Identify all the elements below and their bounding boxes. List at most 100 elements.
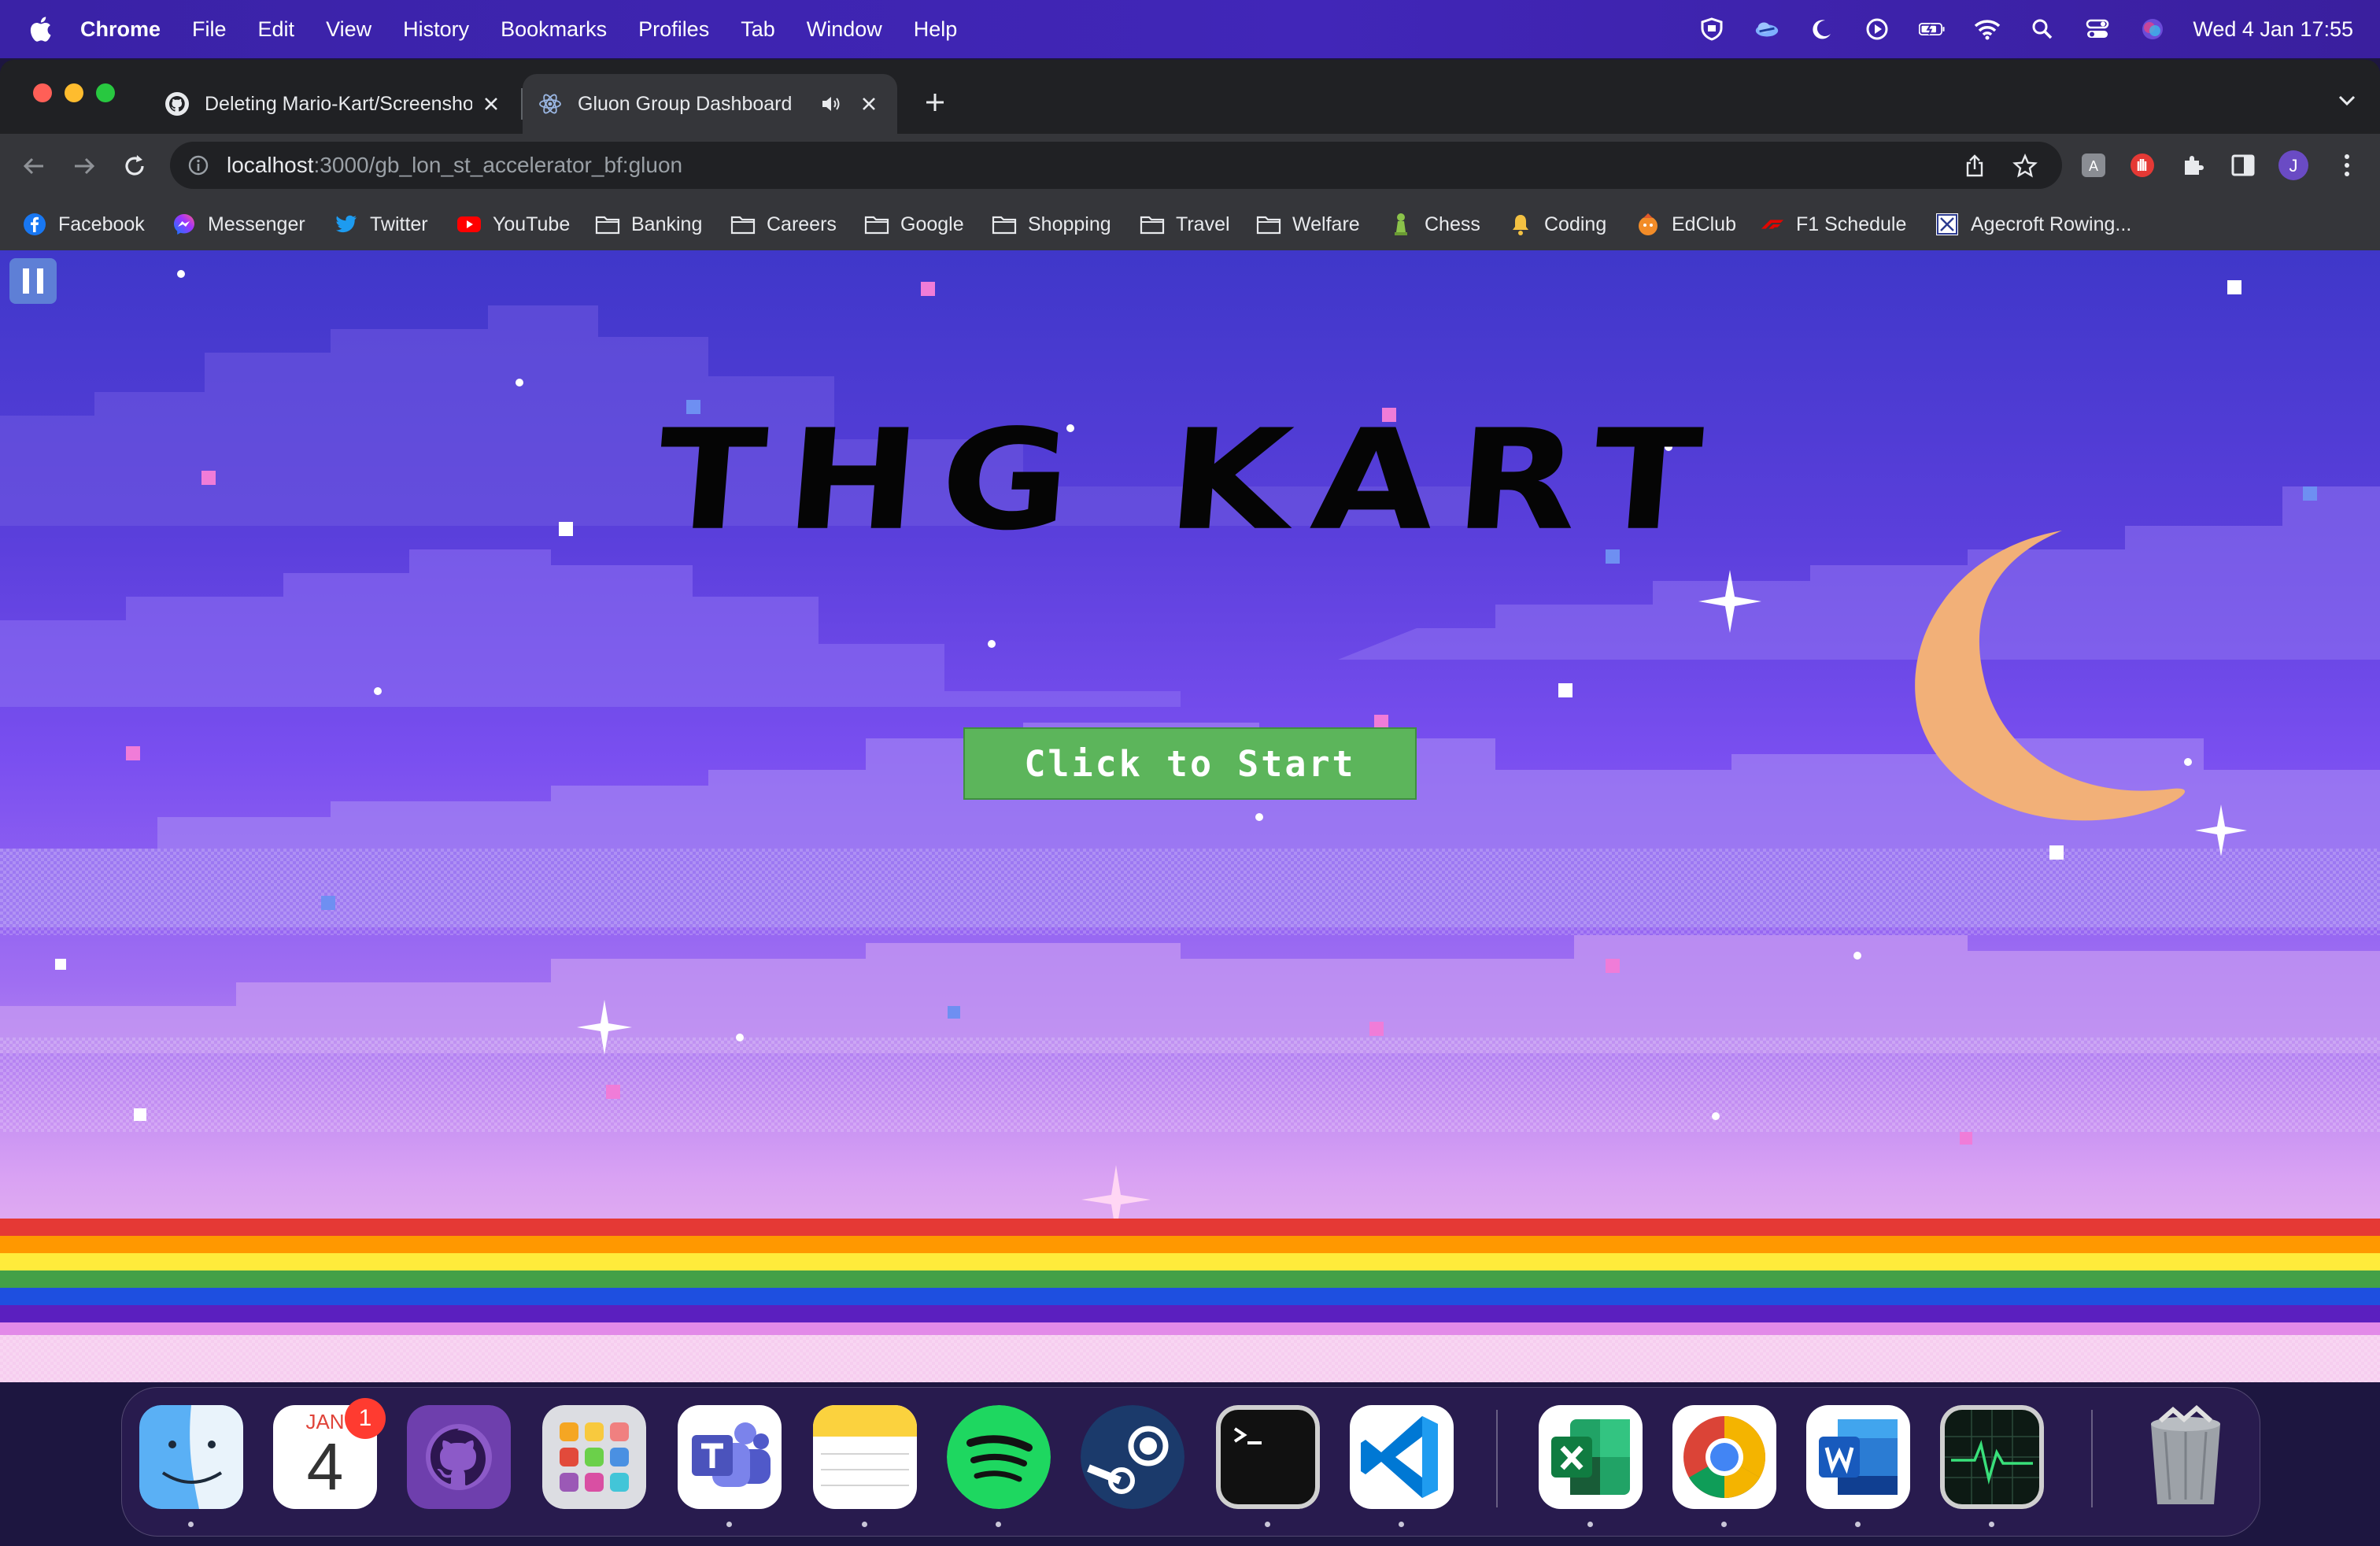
terminal-icon[interactable] xyxy=(1216,1405,1320,1509)
moon-icon[interactable] xyxy=(1809,16,1835,43)
bookmark-label: Shopping xyxy=(1028,213,1111,235)
start-button[interactable]: Click to Start xyxy=(963,727,1417,800)
bookmark-folder-shopping[interactable]: Shopping xyxy=(992,209,1111,239)
reload-icon[interactable] xyxy=(118,150,151,183)
back-arrow-icon[interactable] xyxy=(17,150,50,183)
running-indicator xyxy=(862,1522,867,1527)
word-icon[interactable] xyxy=(1806,1405,1910,1509)
menu-edit[interactable]: Edit xyxy=(258,17,295,42)
bookmark-label: Careers xyxy=(767,213,837,235)
search-icon[interactable] xyxy=(2029,16,2056,43)
menu-view[interactable]: View xyxy=(326,17,371,42)
running-indicator xyxy=(1855,1522,1861,1527)
window-close-button[interactable] xyxy=(33,83,52,102)
chrome-icon[interactable] xyxy=(1672,1405,1776,1509)
address-bar[interactable]: localhost:3000/gb_lon_st_accelerator_bf:… xyxy=(170,142,2062,189)
spotify-icon[interactable] xyxy=(947,1405,1051,1509)
bookmark-chess[interactable]: Chess xyxy=(1388,209,1480,239)
menu-app-name[interactable]: Chrome xyxy=(80,17,161,42)
site-info-icon[interactable] xyxy=(187,153,211,177)
tab-gluon-dashboard[interactable]: Gluon Group Dashboard xyxy=(523,74,897,134)
bookmark-star-icon[interactable] xyxy=(2012,153,2038,179)
dock: JAN 4 xyxy=(121,1387,2260,1537)
launchpad-icon[interactable] xyxy=(542,1405,646,1509)
bookmark-agecroft-rowing[interactable]: Agecroft Rowing... xyxy=(1935,209,2131,239)
calendar-day: 4 xyxy=(306,1429,344,1503)
bookmark-f1-schedule[interactable]: F1 Schedule xyxy=(1760,209,1906,239)
twitter-icon xyxy=(334,212,359,237)
menu-tab[interactable]: Tab xyxy=(741,17,775,42)
running-indicator xyxy=(726,1522,732,1527)
menu-window[interactable]: Window xyxy=(807,17,882,42)
github-desktop-icon[interactable] xyxy=(407,1405,511,1509)
bookmark-twitter[interactable]: Twitter xyxy=(334,209,428,239)
chevron-down-icon[interactable] xyxy=(2331,85,2363,117)
bell-icon xyxy=(1508,212,1533,237)
bookmark-label: F1 Schedule xyxy=(1796,213,1907,235)
bookmark-messenger[interactable]: Messenger xyxy=(172,209,305,239)
bookmark-coding[interactable]: Coding xyxy=(1508,209,1606,239)
bookmark-folder-careers[interactable]: Careers xyxy=(730,209,837,239)
play-circle-icon[interactable] xyxy=(1864,16,1890,43)
menu-profiles[interactable]: Profiles xyxy=(638,17,709,42)
vscode-icon[interactable] xyxy=(1350,1405,1454,1509)
bookmark-folder-google[interactable]: Google xyxy=(864,209,964,239)
siri-icon[interactable] xyxy=(2139,16,2166,43)
teams-icon[interactable] xyxy=(678,1405,782,1509)
steam-icon[interactable] xyxy=(1081,1405,1184,1509)
activity-monitor-icon[interactable] xyxy=(1940,1405,2044,1509)
window-minimize-button[interactable] xyxy=(65,83,83,102)
f1-icon xyxy=(1760,212,1785,237)
excel-icon[interactable] xyxy=(1539,1405,1643,1509)
window-zoom-button[interactable] xyxy=(96,83,115,102)
running-indicator xyxy=(1399,1522,1404,1527)
close-icon[interactable] xyxy=(479,91,504,117)
bookmark-folder-travel[interactable]: Travel xyxy=(1140,209,1230,239)
notes-icon[interactable] xyxy=(813,1405,917,1509)
share-icon[interactable] xyxy=(1961,153,1988,179)
status-area: Wed 4 Jan 17:55 xyxy=(1670,0,2353,58)
speaker-icon[interactable] xyxy=(819,91,844,117)
running-indicator xyxy=(1721,1522,1727,1527)
new-tab-plus-icon[interactable] xyxy=(919,87,951,118)
running-indicator xyxy=(188,1522,194,1527)
edclub-icon xyxy=(1635,212,1661,237)
shield-icon[interactable] xyxy=(1698,16,1725,43)
menu-help[interactable]: Help xyxy=(914,17,958,42)
bookmark-youtube[interactable]: YouTube xyxy=(456,209,570,239)
trash-icon[interactable] xyxy=(2134,1405,2238,1509)
svg-text:A: A xyxy=(2089,158,2098,174)
profile-avatar[interactable]: J xyxy=(2278,150,2309,181)
menu-clock[interactable]: Wed 4 Jan 17:55 xyxy=(2193,17,2353,42)
tab-github[interactable]: Deleting Mario-Kart/Screensho xyxy=(150,74,519,134)
side-panel-icon[interactable] xyxy=(2227,150,2259,181)
github-icon xyxy=(164,91,190,117)
close-icon[interactable] xyxy=(856,91,881,117)
puzzle-extensions-icon[interactable] xyxy=(2177,150,2208,181)
apple-logo-icon[interactable] xyxy=(28,16,52,43)
control-center-icon[interactable] xyxy=(2084,16,2111,43)
menu-bookmarks[interactable]: Bookmarks xyxy=(501,17,607,42)
translate-extension-icon[interactable]: A xyxy=(2078,150,2109,181)
messenger-icon xyxy=(172,212,197,237)
bookmark-edclub[interactable]: EdClub xyxy=(1635,209,1736,239)
wifi-icon[interactable] xyxy=(1974,16,2001,43)
url-path: :3000/gb_lon_st_accelerator_bf:gluon xyxy=(313,153,683,177)
hand-extension-icon[interactable] xyxy=(2127,150,2158,181)
rowing-icon xyxy=(1935,212,1960,237)
pause-icon xyxy=(23,268,29,294)
bookmark-folder-banking[interactable]: Banking xyxy=(595,209,702,239)
menu-bar: Chrome File Edit View History Bookmarks … xyxy=(0,0,2380,58)
forward-arrow-icon[interactable] xyxy=(68,150,101,183)
kebab-menu-icon[interactable] xyxy=(2331,150,2363,181)
cloud-sync-icon[interactable] xyxy=(1754,16,1780,43)
menu-file[interactable]: File xyxy=(192,17,227,42)
pause-button[interactable] xyxy=(9,258,57,304)
battery-icon[interactable] xyxy=(1919,16,1946,43)
bookmark-label: Messenger xyxy=(208,213,305,235)
bookmark-folder-welfare[interactable]: Welfare xyxy=(1256,209,1360,239)
menu-history[interactable]: History xyxy=(403,17,469,42)
bookmark-label: Coding xyxy=(1544,213,1607,235)
finder-icon[interactable] xyxy=(139,1405,243,1509)
bookmark-facebook[interactable]: Facebook xyxy=(22,209,145,239)
